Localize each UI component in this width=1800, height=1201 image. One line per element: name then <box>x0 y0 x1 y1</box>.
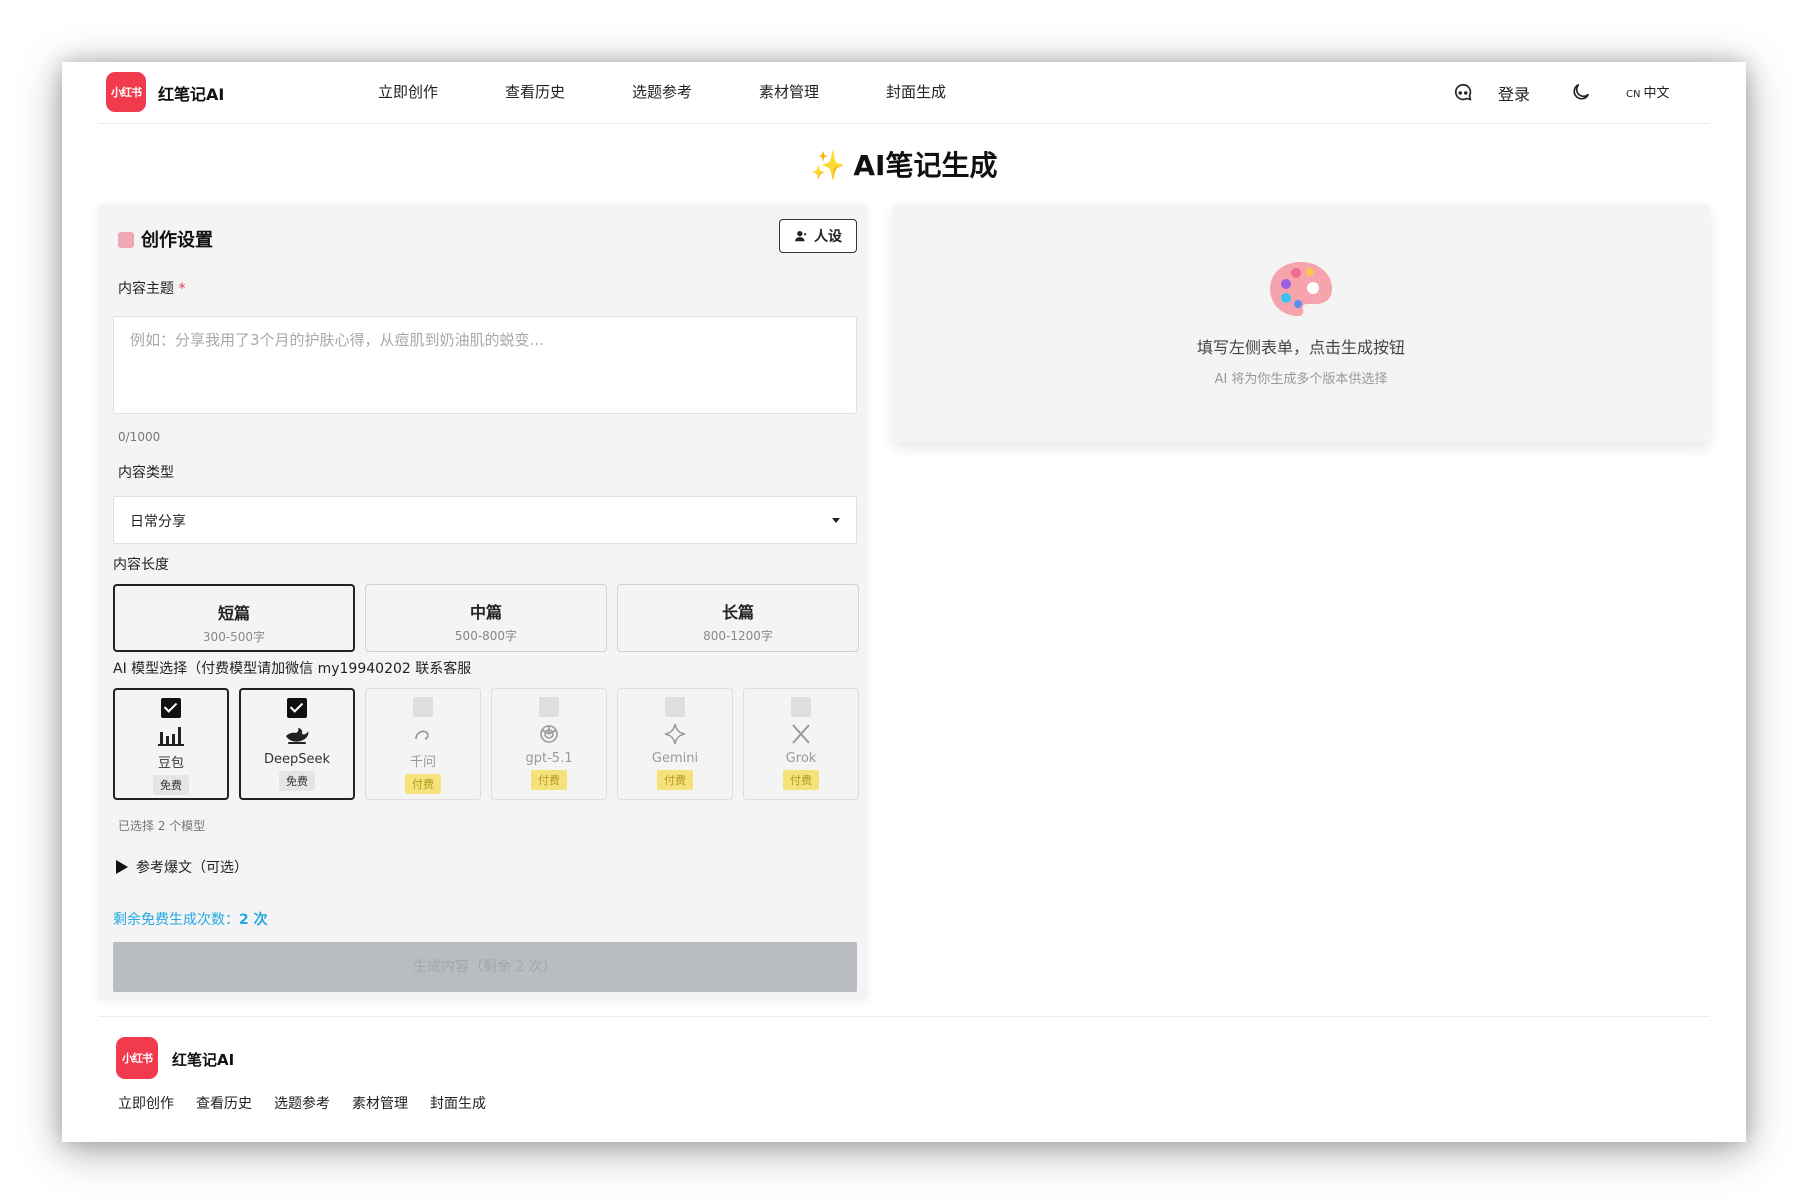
model-grok[interactable]: Grok 付费 <box>743 688 859 800</box>
paid-badge: 付费 <box>783 770 819 790</box>
lang-code: CN <box>1626 89 1641 100</box>
memo-icon <box>118 232 134 248</box>
content-type-select[interactable]: 日常分享 <box>113 496 857 544</box>
length-range: 300-500字 <box>202 630 266 644</box>
footer: 小红书 红笔记AI 立即创作 查看历史 选题参考 素材管理 封面生成 <box>98 1016 1710 1142</box>
length-label: 内容长度 <box>113 557 169 573</box>
model-name: Grok <box>785 751 817 766</box>
page-title: ✨ AI笔记生成 <box>62 144 1746 184</box>
model-options: 豆包 免费 DeepSeek 免费 千问 付费 gpt-5.1 付费 Gemin… <box>113 688 859 800</box>
model-checkbox[interactable] <box>287 698 307 718</box>
login-button[interactable]: 登录 <box>1498 81 1530 105</box>
language-switch[interactable]: CN 中文 <box>1626 82 1669 101</box>
topic-label-text: 内容主题 <box>118 281 174 297</box>
footer-logo[interactable]: 小红书 <box>116 1037 158 1079</box>
caret-right-icon <box>116 860 128 874</box>
footer-nav: 立即创作 查看历史 选题参考 素材管理 封面生成 <box>118 1093 486 1113</box>
model-deepseek[interactable]: DeepSeek 免费 <box>239 688 355 800</box>
openai-icon <box>540 725 558 743</box>
length-medium[interactable]: 中篇 500-800字 <box>365 584 607 652</box>
length-short[interactable]: 短篇 300-500字 <box>113 584 355 652</box>
nav-item-materials[interactable]: 素材管理 <box>759 81 886 102</box>
footer-link-history[interactable]: 查看历史 <box>196 1093 252 1113</box>
model-checkbox[interactable] <box>665 697 685 717</box>
model-qwen[interactable]: 千问 付费 <box>365 688 481 800</box>
model-checkbox[interactable] <box>161 698 181 718</box>
topic-label: 内容主题 * <box>118 278 185 298</box>
char-counter: 0/1000 <box>118 430 161 444</box>
model-name: Gemini <box>651 751 699 766</box>
nav-item-create[interactable]: 立即创作 <box>378 81 505 102</box>
sparkle-icon <box>664 723 686 745</box>
chat-icon[interactable] <box>1452 82 1474 104</box>
bar-chart-icon <box>158 727 184 746</box>
app-window: 小红书 红笔记AI 立即创作 查看历史 选题参考 素材管理 封面生成 登录 CN… <box>62 62 1746 1142</box>
type-label: 内容类型 <box>118 465 174 481</box>
card-title-text: 创作设置 <box>141 230 213 251</box>
page-title-text: AI笔记生成 <box>853 149 998 182</box>
qwen-icon <box>415 730 429 740</box>
remaining-value: 2 次 <box>239 912 268 928</box>
model-name: gpt-5.1 <box>525 751 573 766</box>
user-icon <box>795 231 807 242</box>
persona-label: 人设 <box>814 229 842 245</box>
free-badge: 免费 <box>153 775 189 795</box>
nav-item-cover[interactable]: 封面生成 <box>886 81 1013 102</box>
model-doubao[interactable]: 豆包 免费 <box>113 688 229 800</box>
chevron-down-icon <box>832 518 840 523</box>
model-name: DeepSeek <box>263 752 331 767</box>
reference-label: 参考爆文（可选） <box>136 860 248 876</box>
footer-link-materials[interactable]: 素材管理 <box>352 1093 408 1113</box>
length-range: 800-1200字 <box>703 629 773 643</box>
paid-badge: 付费 <box>405 774 441 794</box>
nav-item-topics[interactable]: 选题参考 <box>632 81 759 102</box>
main-nav: 立即创作 查看历史 选题参考 素材管理 封面生成 <box>378 81 1013 102</box>
selected-count: 已选择 2 个模型 <box>118 819 206 833</box>
model-checkbox[interactable] <box>791 697 811 717</box>
paid-badge: 付费 <box>531 770 567 790</box>
empty-subtitle: AI 将为你生成多个版本供选择 <box>1214 372 1388 387</box>
footer-brand[interactable]: 红笔记AI <box>172 1049 234 1070</box>
length-range: 500-800字 <box>454 629 518 643</box>
brand-name[interactable]: 红笔记AI <box>158 81 224 105</box>
logo[interactable]: 小红书 <box>106 72 146 112</box>
model-gpt[interactable]: gpt-5.1 付费 <box>491 688 607 800</box>
footer-link-cover[interactable]: 封面生成 <box>430 1093 486 1113</box>
footer-link-create[interactable]: 立即创作 <box>118 1093 174 1113</box>
remaining-label: 剩余免费生成次数： <box>113 912 239 928</box>
persona-button[interactable]: 人设 <box>779 219 857 253</box>
remaining-count: 剩余免费生成次数：2 次 <box>113 909 268 929</box>
sparkle-icon: ✨ <box>810 149 846 182</box>
reference-toggle[interactable]: 参考爆文（可选） <box>116 857 248 877</box>
model-gemini[interactable]: Gemini 付费 <box>617 688 733 800</box>
model-checkbox[interactable] <box>539 697 559 717</box>
empty-title: 填写左侧表单，点击生成按钮 <box>1196 338 1405 357</box>
content-type-value: 日常分享 <box>130 514 186 530</box>
card-title: 创作设置 <box>118 226 213 252</box>
topic-textarea[interactable]: 例如：分享我用了3个月的护肤心得，从痘肌到奶油肌的蜕变... <box>113 316 857 414</box>
length-long[interactable]: 长篇 800-1200字 <box>617 584 859 652</box>
model-checkbox[interactable] <box>413 697 433 717</box>
length-name: 中篇 <box>469 603 502 622</box>
creation-settings-card: 创作设置 人设 内容主题 * 例如：分享我用了3个月的护肤心得，从痘肌到奶油肌的… <box>98 204 868 1000</box>
whale-icon <box>286 728 309 744</box>
header: 小红书 红笔记AI 立即创作 查看历史 选题参考 素材管理 封面生成 登录 CN… <box>98 62 1710 124</box>
moon-icon[interactable] <box>1570 81 1592 103</box>
footer-link-topics[interactable]: 选题参考 <box>274 1093 330 1113</box>
lang-label: 中文 <box>1643 86 1670 101</box>
palette-icon <box>1270 262 1332 316</box>
required-mark: * <box>178 281 186 297</box>
nav-item-history[interactable]: 查看历史 <box>505 81 632 102</box>
paid-badge: 付费 <box>657 770 693 790</box>
generate-button[interactable]: 生成内容（剩余 2 次） <box>113 942 857 992</box>
free-badge: 免费 <box>279 771 315 791</box>
x-icon <box>792 724 810 744</box>
length-name: 长篇 <box>721 603 754 622</box>
model-name: 豆包 <box>157 756 184 771</box>
length-name: 短篇 <box>217 604 250 623</box>
result-empty-state: 填写左侧表单，点击生成按钮 AI 将为你生成多个版本供选择 <box>892 204 1710 442</box>
model-label: AI 模型选择（付费模型请加微信 my19940202 联系客服 <box>113 661 472 677</box>
model-name: 千问 <box>409 755 436 770</box>
length-options: 短篇 300-500字 中篇 500-800字 长篇 800-1200字 <box>113 584 859 652</box>
